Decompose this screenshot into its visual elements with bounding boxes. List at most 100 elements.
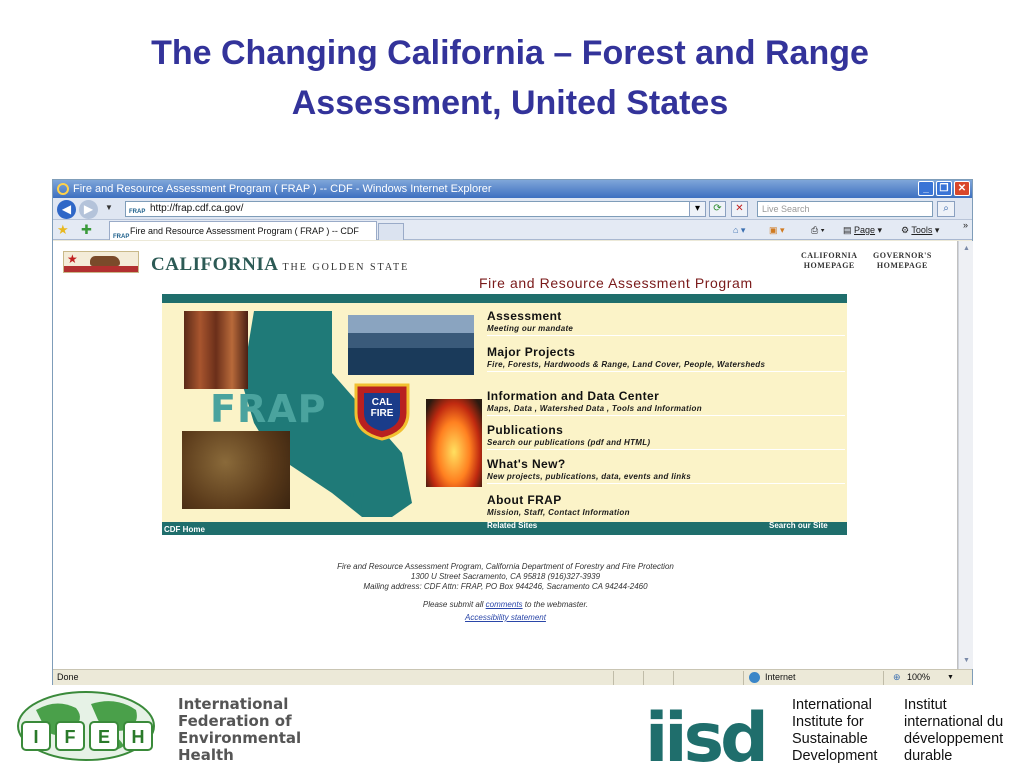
site-favicon: FRAP [129, 209, 146, 215]
menu-item-about-frap[interactable]: About FRAP Mission, Staff, Contact Infor… [487, 493, 845, 519]
slide-title-line-2: Assessment, United States [291, 84, 729, 122]
menu-item-whats-new[interactable]: What's New? New projects, publications, … [487, 457, 845, 484]
back-button[interactable]: ◀ [57, 200, 76, 219]
status-segment [673, 671, 703, 685]
menu-item-assessment[interactable]: Assessment Meeting our mandate [487, 309, 845, 336]
address-text: http://frap.cdf.ca.gov/ [150, 203, 244, 214]
footer-line-3: Mailing address: CDF Attn: FRAP, PO Box … [363, 582, 648, 591]
ifeh-line-1: International [178, 695, 289, 713]
menu-item-subtitle: Maps, Data , Watershed Data , Tools and … [487, 404, 702, 413]
menu-item-title: Publications [487, 423, 564, 437]
page-menu-label: Page [854, 225, 876, 235]
iisd-en-line-2: Institute for [792, 714, 864, 730]
menu-item-publications[interactable]: Publications Search our publications (pd… [487, 423, 845, 450]
slide-title: The Changing California – Forest and Ran… [60, 28, 960, 128]
related-sites-link[interactable]: Related Sites [487, 519, 537, 532]
feeds-icon[interactable]: ▣ ▾ [769, 223, 785, 237]
favorites-star-icon[interactable]: ★ [57, 222, 69, 238]
flag-star-icon: ★ [67, 252, 78, 266]
iisd-fr-line-1: Institut [904, 697, 947, 713]
menu-item-information-data-center[interactable]: Information and Data Center Maps, Data ,… [487, 389, 845, 416]
internet-globe-icon [749, 672, 760, 683]
stop-icon[interactable]: ✕ [731, 201, 748, 217]
wildfire-photo [426, 399, 482, 487]
iisd-french-name: Institut international du développement … [904, 697, 1003, 765]
ifeh-letter-i: I [33, 727, 38, 747]
link-gov-line-1: GOVERNOR'S [873, 251, 932, 260]
accessibility-statement-link[interactable]: Accessibility statement [465, 613, 546, 622]
link-ca-line-1: CALIFORNIA [801, 251, 858, 260]
browser-window: Fire and Resource Assessment Program ( F… [52, 179, 973, 685]
menu-item-title: Major Projects [487, 345, 576, 359]
close-icon[interactable]: ✕ [954, 181, 970, 196]
zoom-text[interactable]: 100% [907, 670, 930, 685]
menu-item-title: Information and Data Center [487, 389, 660, 403]
ifeh-letter-e: E [98, 727, 110, 747]
comments-link[interactable]: comments [486, 600, 523, 609]
calfire-text: CAL FIRE [362, 397, 402, 419]
page-menu[interactable]: ▤ Page ▾ [843, 223, 882, 237]
tab-label: Fire and Resource Assessment Program ( F… [130, 226, 359, 236]
california-banner[interactable]: CALIFORNIA THE GOLDEN STATE [151, 254, 409, 276]
add-favorite-icon[interactable]: ✚ [81, 222, 92, 238]
search-input[interactable]: Live Search [757, 201, 933, 217]
menu-item-subtitle: New projects, publications, data, events… [487, 472, 691, 481]
window-title: Fire and Resource Assessment Program ( F… [73, 183, 492, 195]
menu-item-major-projects[interactable]: Major Projects Fire, Forests, Hardwoods … [487, 345, 845, 372]
iisd-fr-line-4: durable [904, 748, 953, 764]
iisd-en-line-1: International [792, 697, 872, 713]
vertical-scrollbar[interactable]: ▲ ▼ [958, 241, 973, 669]
accessibility-statement-row: Accessibility statement [253, 613, 758, 622]
minimize-icon[interactable]: _ [918, 181, 934, 196]
zone-segment [743, 671, 883, 685]
window-titlebar[interactable]: Fire and Resource Assessment Program ( F… [53, 180, 972, 198]
zoom-dropdown-icon[interactable]: ▼ [947, 670, 954, 685]
scroll-down-icon[interactable]: ▼ [961, 655, 972, 666]
iisd-logo-mark: iisd [645, 699, 769, 765]
ifeh-line-4: Health [178, 746, 234, 764]
forward-button[interactable]: ▶ [79, 200, 98, 219]
bottom-link-bar: CDF Home Related Sites Search our Site [162, 519, 847, 536]
ca-title: CALIFORNIA [151, 254, 279, 275]
ifeh-name: International Federation of Environmenta… [178, 696, 301, 764]
more-commands-icon[interactable]: » [963, 218, 968, 232]
navigation-bar: ◀ ▶ ▼ FRAP http://frap.cdf.ca.gov/ ▾ ⟳ ✕… [53, 198, 972, 220]
history-dropdown-icon[interactable]: ▼ [105, 203, 113, 212]
window-controls: _ ❐ ✕ [918, 181, 970, 196]
search-site-link[interactable]: Search our Site [769, 519, 828, 532]
footer-address: Fire and Resource Assessment Program, Ca… [253, 562, 758, 610]
zone-text: Internet [765, 672, 796, 682]
cdf-home-link[interactable]: CDF Home [164, 523, 205, 536]
footer-line-1: Fire and Resource Assessment Program, Ca… [337, 562, 674, 571]
address-dropdown-icon[interactable]: ▾ [689, 201, 706, 217]
zoom-icon[interactable]: ⊕ [893, 670, 901, 685]
teal-header-bar [162, 294, 847, 303]
scroll-up-icon[interactable]: ▲ [961, 243, 972, 254]
redwood-photo [184, 311, 248, 389]
web-page: ★ CALIFORNIA THE GOLDEN STATE CALIFORNIA… [53, 241, 958, 669]
search-icon[interactable]: ⌕ [937, 201, 955, 217]
tab-frap[interactable]: FRAP Fire and Resource Assessment Progra… [109, 221, 377, 240]
ie-logo-icon [57, 183, 69, 195]
menu-item-title: About FRAP [487, 493, 562, 507]
restore-icon[interactable]: ❐ [936, 181, 952, 196]
iisd-english-name: International Institute for Sustainable … [792, 697, 877, 765]
status-bar: Done Internet ⊕ 100% ▼ [53, 669, 972, 685]
footer-submit-pre: Please submit all [422, 600, 484, 609]
link-california-homepage[interactable]: CALIFORNIA HOMEPAGE [801, 251, 858, 271]
tools-menu[interactable]: ⚙ Tools ▾ [901, 223, 939, 237]
link-ca-line-2: HOMEPAGE [803, 261, 855, 270]
print-icon[interactable]: ⎙ ▾ [811, 223, 824, 237]
address-bar[interactable]: FRAP http://frap.cdf.ca.gov/ [125, 201, 705, 217]
footer-line-2: 1300 U Street Sacramento, CA 95818 (916)… [410, 572, 601, 581]
status-segment [613, 671, 643, 685]
frap-menu: Assessment Meeting our mandate Major Pro… [483, 303, 847, 522]
link-governors-homepage[interactable]: GOVERNOR'S HOMEPAGE [873, 251, 932, 271]
new-tab-button[interactable] [378, 223, 404, 240]
home-icon[interactable]: ⌂ ▾ [733, 223, 745, 237]
iisd-fr-line-3: développement [904, 731, 1004, 747]
tab-bar: ★ ✚ FRAP Fire and Resource Assessment Pr… [53, 220, 972, 240]
link-gov-line-2: HOMEPAGE [876, 261, 928, 270]
oak-tree-photo [182, 431, 290, 509]
refresh-icon[interactable]: ⟳ [709, 201, 726, 217]
